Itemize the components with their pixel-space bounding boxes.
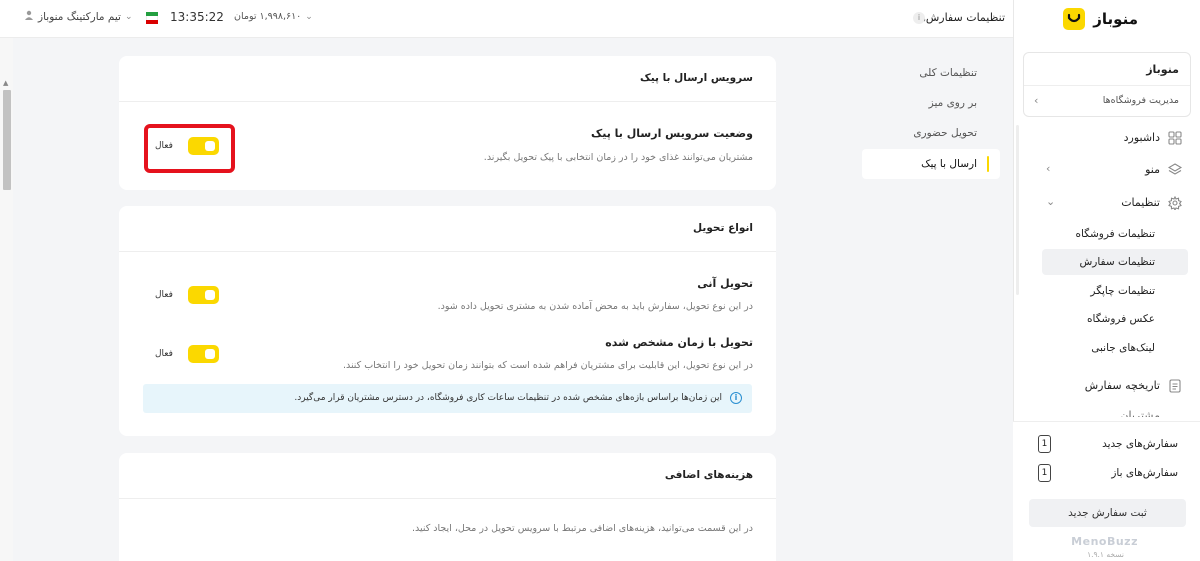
chevron-right-icon: ›	[1046, 162, 1051, 175]
card-header: سرویس ارسال با پیک	[119, 56, 776, 102]
layers-icon	[1167, 163, 1183, 177]
tab-pickup[interactable]: تحویل حضوری	[862, 118, 1000, 148]
open-orders-count-badge: 1	[1038, 464, 1051, 482]
courier-status-title: وضعیت سرویس ارسال با پیک	[590, 127, 753, 140]
courier-status-toggle[interactable]: فعال	[155, 137, 219, 157]
open-orders-row[interactable]: سفارش‌های باز 1	[1038, 464, 1178, 484]
scheduled-delivery-description: در این نوع تحویل، این قابلیت برای مشتریا…	[342, 360, 753, 371]
page-title: تنظیمات سفارش‌ها	[916, 11, 1005, 24]
user-icon	[24, 10, 34, 23]
toggle-switch[interactable]	[188, 345, 219, 363]
sidebar-item-customers[interactable]: مشتریان	[1032, 403, 1192, 417]
sidebar-item-label: مشتریان	[1120, 409, 1160, 417]
sidebar-subitem-store-settings[interactable]: تنظیمات فروشگاه	[1042, 221, 1188, 247]
sidebar-subitem-store-photo[interactable]: عکس فروشگاه	[1042, 306, 1188, 332]
card-title: سرویس ارسال با پیک	[639, 72, 753, 84]
divider	[1024, 85, 1190, 86]
toggle-label: فعال	[155, 349, 173, 359]
scheduled-delivery-toggle[interactable]: فعال	[155, 345, 219, 365]
toggle-knob	[205, 141, 215, 151]
toggle-knob	[205, 349, 215, 359]
scrollbar-thumb[interactable]	[3, 90, 11, 190]
store-selector[interactable]: منوباز مدیریت فروشگاه‌ها ›	[1023, 52, 1191, 117]
chevron-down-icon: ⌄	[1046, 195, 1056, 208]
sidebar-subitem-printer-settings[interactable]: تنظیمات چاپگر	[1042, 278, 1188, 304]
new-orders-label: سفارش‌های جدید	[1102, 438, 1178, 450]
sidebar-item-dashboard[interactable]: داشبورد	[1032, 125, 1192, 151]
extra-fees-description: در این قسمت می‌توانید، هزینه‌های اضافی م…	[411, 523, 753, 534]
toggle-switch[interactable]	[188, 286, 219, 304]
user-name: تیم مارکتینگ منوباز	[38, 10, 121, 23]
card-title: هزینه‌های اضافی	[664, 469, 753, 481]
chevron-down-icon: ⌄	[124, 11, 133, 22]
manage-stores-link[interactable]: مدیریت فروشگاه‌ها	[1103, 95, 1179, 106]
tab-general-settings[interactable]: تنظیمات کلی	[862, 58, 1000, 88]
card-header: هزینه‌های اضافی	[119, 453, 776, 499]
sidebar: منوباز منوباز مدیریت فروشگاه‌ها › داشبور…	[1013, 0, 1200, 561]
toggle-label: فعال	[155, 290, 173, 300]
document-icon	[1168, 379, 1182, 393]
brand-logo-icon	[1063, 8, 1086, 30]
chevron-right-icon: ›	[1034, 94, 1039, 107]
footer-logo: MenoBuzz	[1071, 535, 1138, 548]
info-icon[interactable]: i	[913, 12, 925, 24]
open-orders-label: سفارش‌های باز	[1111, 467, 1178, 479]
brand[interactable]: منوباز	[1063, 8, 1138, 30]
delivery-types-card: انواع تحویل تحویل آنی در این نوع تحویل، …	[119, 206, 776, 436]
sidebar-subitem-side-links[interactable]: لینک‌های جانبی	[1042, 335, 1188, 361]
tab-courier-delivery[interactable]: ارسال با پیک	[862, 149, 1000, 179]
brand-name: منوباز	[1093, 10, 1138, 28]
sidebar-bottom-panel: سفارش‌های جدید 1 سفارش‌های باز 1 ثبت سفا…	[1013, 421, 1200, 561]
top-bar: تنظیمات سفارش‌ها i ⌄ ۱,۹۹۸,۶۱۰ تومان 13:…	[0, 0, 1013, 38]
courier-status-description: مشتریان می‌توانند غذای خود را در زمان ان…	[483, 152, 753, 163]
sidebar-scrollbar[interactable]	[1016, 125, 1019, 295]
new-order-button[interactable]: ثبت سفارش جدید	[1029, 499, 1186, 527]
page-scrollbar[interactable]: ▲	[0, 38, 13, 561]
toggle-switch[interactable]	[188, 137, 219, 155]
sidebar-item-order-history[interactable]: تاریخچه سفارش	[1032, 373, 1192, 399]
instant-delivery-toggle[interactable]: فعال	[155, 286, 219, 306]
credit-dropdown[interactable]: ⌄ ۱,۹۹۸,۶۱۰ تومان	[234, 11, 313, 22]
credit-value: ۱,۹۹۸,۶۱۰ تومان	[234, 11, 302, 22]
card-title: انواع تحویل	[693, 222, 753, 234]
sidebar-item-label: داشبورد	[1123, 131, 1160, 144]
sidebar-item-label: منو	[1145, 163, 1160, 176]
gear-icon	[1168, 195, 1182, 212]
iran-flag-icon	[146, 12, 158, 24]
clock: 13:35:22	[170, 10, 224, 24]
info-text: این زمان‌ها براساس بازه‌های مشخص شده در …	[294, 393, 722, 403]
sidebar-item-label: تنظیمات	[1121, 196, 1160, 209]
instant-delivery-description: در این نوع تحویل، سفارش باید به محض آماد…	[437, 301, 753, 312]
sidebar-item-settings[interactable]: تنظیمات ⌄	[1032, 190, 1192, 216]
app-version: نسخه ۱.۹.۱	[1087, 550, 1124, 559]
chevron-down-icon: ⌄	[305, 11, 313, 22]
new-orders-row[interactable]: سفارش‌های جدید 1	[1038, 435, 1178, 455]
sidebar-item-menu[interactable]: منو ›	[1032, 157, 1192, 183]
scheduled-delivery-title: تحویل با زمان مشخص شده	[605, 336, 753, 349]
scroll-up-arrow-icon[interactable]: ▲	[3, 79, 8, 87]
extra-fees-card: هزینه‌های اضافی در این قسمت می‌توانید، ه…	[119, 453, 776, 561]
info-alert: i این زمان‌ها براساس بازه‌های مشخص شده د…	[143, 384, 752, 413]
toggle-knob	[205, 290, 215, 300]
courier-service-card: سرویس ارسال با پیک وضعیت سرویس ارسال با …	[119, 56, 776, 190]
tab-dine-in[interactable]: بر روی میز	[862, 88, 1000, 118]
user-menu[interactable]: ⌄ تیم مارکتینگ منوباز	[24, 10, 133, 23]
store-name: منوباز	[1146, 63, 1179, 76]
instant-delivery-title: تحویل آنی	[697, 277, 753, 290]
sidebar-subitem-order-settings[interactable]: تنظیمات سفارش	[1042, 249, 1188, 275]
sidebar-item-label: تاریخچه سفارش	[1084, 379, 1160, 392]
dashboard-icon	[1168, 131, 1182, 145]
card-header: انواع تحویل	[119, 206, 776, 252]
toggle-label: فعال	[155, 141, 173, 151]
new-orders-count-badge: 1	[1038, 435, 1051, 453]
info-icon: i	[730, 392, 742, 404]
